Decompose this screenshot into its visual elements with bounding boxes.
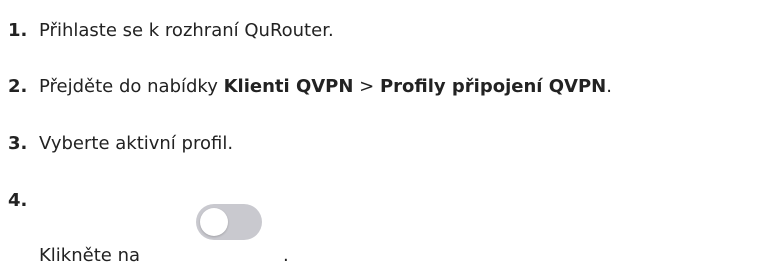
step-number: 4. — [8, 190, 28, 211]
step-text: Klikněte na — [39, 245, 141, 266]
menu-separator: > — [353, 76, 380, 97]
step-3: 3. Vyberte aktivní profil. — [8, 132, 233, 156]
step-1: 1. Přihlaste se k rozhraní QuRouter. — [8, 19, 334, 43]
step-text-suffix: . — [283, 245, 289, 266]
menu-name-qvpn-clients: Klienti QVPN — [223, 76, 354, 97]
step-2: 2. Přejděte do nabídky Klienti QVPN > Pr… — [8, 75, 612, 99]
toggle-knob — [200, 208, 228, 236]
step-number: 1. — [8, 20, 28, 41]
toggle-switch-off[interactable] — [196, 204, 262, 240]
step-number: 2. — [8, 76, 28, 97]
step-4: 4. — [8, 189, 39, 213]
step-text-prefix: Přejděte do nabídky — [39, 76, 224, 97]
step-text-suffix: . — [606, 76, 612, 97]
step-4-text-line: Klikněte na — [39, 244, 140, 268]
menu-name-qvpn-profiles: Profily připojení QVPN — [379, 76, 607, 97]
step-text: Přihlaste se k rozhraní QuRouter. — [39, 20, 334, 41]
step-text: Vyberte aktivní profil. — [39, 133, 234, 154]
step-number: 3. — [8, 133, 28, 154]
